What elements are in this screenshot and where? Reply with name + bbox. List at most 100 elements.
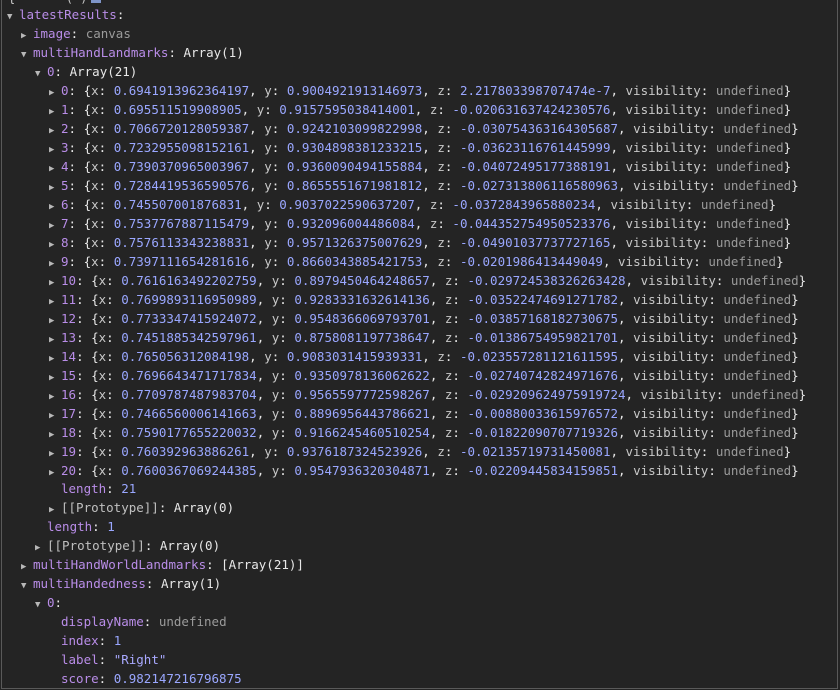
- landmark-row[interactable]: ▶ 2: {x: 0.7066720128059387, y: 0.9242103…: [49, 119, 799, 138]
- x-value: 0.7537767887115479: [113, 216, 250, 231]
- property-value: canvas: [85, 26, 131, 41]
- landmark-index: 1: [61, 102, 69, 117]
- separator: :: [98, 652, 114, 667]
- separator: :: [452, 330, 468, 345]
- separator: : {: [76, 330, 99, 345]
- y-value: 0.932096004486084: [286, 216, 415, 231]
- landmark-row[interactable]: ▶ 11: {x: 0.7699893116950989, y: 0.928333…: [49, 290, 799, 309]
- landmark-row[interactable]: ▶ 6: {x: 0.745507001876831, y: 0.90370225…: [49, 195, 776, 214]
- tree-row-latestResults[interactable]: ▼ latestResults:: [7, 5, 124, 24]
- separator: ,: [249, 159, 265, 174]
- property-key: 0: [47, 595, 55, 610]
- separator: }: [791, 425, 799, 440]
- landmark-row[interactable]: ▶ 13: {x: 0.7451885342597961, y: 0.875808…: [49, 328, 799, 347]
- tree-row-multiHandedness[interactable]: ▼ multiHandedness: Array(1): [21, 574, 221, 593]
- landmark-row[interactable]: ▶ 20: {x: 0.7600367069244385, y: 0.954793…: [49, 461, 799, 480]
- separator: ,: [249, 178, 265, 193]
- landmark-row[interactable]: ▶ 7: {x: 0.7537767887115479, y: 0.9320960…: [49, 214, 791, 233]
- separator: :: [279, 311, 295, 326]
- separator: : {: [68, 159, 92, 174]
- z-value: -0.02740742824971676: [467, 368, 618, 383]
- separator: ,: [256, 387, 272, 402]
- separator: ,: [618, 463, 634, 478]
- landmark-index: 6: [61, 197, 69, 212]
- x-value: 0.745507001876831: [113, 197, 242, 212]
- expand-triangle-icon[interactable]: ▼: [21, 46, 33, 65]
- separator: ,: [429, 387, 445, 402]
- separator: :: [106, 368, 122, 383]
- separator: :: [106, 349, 122, 364]
- landmark-row[interactable]: ▶ 15: {x: 0.7696643471717834, y: 0.935097…: [49, 366, 799, 385]
- tree-row-prototype[interactable]: ▶ [[Prototype]]: Array(0): [49, 498, 234, 517]
- separator: :: [106, 444, 122, 459]
- separator: :: [168, 45, 184, 60]
- expand-triangle-icon[interactable]: ▼: [35, 596, 47, 615]
- separator: :: [444, 121, 460, 136]
- property-value: 0.982147216796875: [113, 671, 242, 686]
- expand-triangle-icon[interactable]: ▼: [21, 577, 33, 596]
- landmark-row[interactable]: ▶ 1: {x: 0.695511519908905, y: 0.91575950…: [49, 100, 791, 119]
- tree-row-multiHandWorldLandmarks[interactable]: ▶ multiHandWorldLandmarks: [Array(21)]: [21, 555, 304, 574]
- separator: ,: [249, 349, 265, 364]
- separator: :: [106, 387, 122, 402]
- separator: ,: [256, 330, 272, 345]
- separator: :: [452, 292, 468, 307]
- visibility-key: visibility: [633, 292, 709, 307]
- visibility-value: undefined: [715, 102, 784, 117]
- x-value: 0.760392963886261: [121, 444, 250, 459]
- landmark-row[interactable]: ▶ 4: {x: 0.7390370965003967, y: 0.9360090…: [49, 157, 791, 176]
- collapse-triangle-icon[interactable]: ▶: [49, 464, 61, 483]
- visibility-key: visibility: [625, 235, 701, 250]
- separator: :: [444, 140, 460, 155]
- separator: :: [452, 425, 468, 440]
- landmark-row[interactable]: ▶ 16: {x: 0.7709787487983704, y: 0.956559…: [49, 385, 806, 404]
- landmark-row[interactable]: ▶ 14: {x: 0.765056312084198, y: 0.9083031…: [49, 347, 799, 366]
- separator: :: [444, 235, 460, 250]
- landmark-index: 20: [61, 463, 77, 478]
- tree-row-multiHandLandmarks[interactable]: ▼ multiHandLandmarks: Array(1): [21, 43, 244, 62]
- tree-row-handedness-0[interactable]: ▼ 0:: [35, 593, 62, 612]
- separator: ,: [249, 444, 265, 459]
- x-key: x: [91, 83, 99, 98]
- separator: ,: [256, 406, 272, 421]
- separator: :: [98, 159, 114, 174]
- visibility-key: visibility: [625, 216, 701, 231]
- landmark-row[interactable]: ▶ 8: {x: 0.7576113343238831, y: 0.9571326…: [49, 233, 791, 252]
- landmark-index: 14: [61, 349, 77, 364]
- expand-triangle-icon[interactable]: ▼: [7, 8, 19, 27]
- landmark-row[interactable]: ▶ 10: {x: 0.7616163492202759, y: 0.897945…: [49, 271, 806, 290]
- landmark-row[interactable]: ▶ 18: {x: 0.7590177655220032, y: 0.916624…: [49, 423, 799, 442]
- separator: ,: [422, 444, 438, 459]
- y-key: y: [264, 178, 272, 193]
- separator: :: [700, 159, 716, 174]
- landmark-row[interactable]: ▶ 12: {x: 0.7733347415924072, y: 0.954836…: [49, 309, 799, 328]
- separator: :: [98, 216, 114, 231]
- separator: : {: [68, 102, 92, 117]
- landmark-row[interactable]: ▶ 0: {x: 0.6941913962364197, y: 0.9004921…: [49, 81, 791, 100]
- separator: :: [92, 519, 108, 534]
- visibility-value: undefined: [723, 425, 792, 440]
- expand-triangle-icon[interactable]: ▼: [35, 65, 47, 84]
- landmark-index: 16: [61, 387, 77, 402]
- separator: ,: [429, 292, 445, 307]
- landmark-row[interactable]: ▶ 5: {x: 0.7284419536590576, y: 0.8655551…: [49, 176, 799, 195]
- tree-row-landmark-array[interactable]: ▼ 0: Array(21): [35, 62, 137, 81]
- tree-row-image[interactable]: ▶ image: canvas: [21, 24, 131, 43]
- separator: ,: [249, 235, 265, 250]
- landmark-row[interactable]: ▶ 9: {x: 0.7397111654281616, y: 0.8660343…: [49, 252, 784, 271]
- visibility-key: visibility: [618, 254, 694, 269]
- tree-row-prototype[interactable]: ▶ [[Prototype]]: Array(0): [35, 536, 220, 555]
- x-value: 0.7699893116950989: [121, 292, 257, 307]
- landmark-row[interactable]: ▶ 3: {x: 0.7232955098152161, y: 0.9304898…: [49, 138, 791, 157]
- z-value: -0.02209445834159851: [467, 463, 618, 478]
- y-key: y: [264, 83, 272, 98]
- x-value: 0.6941913962364197: [113, 83, 250, 98]
- visibility-key: visibility: [625, 140, 701, 155]
- separator: }: [791, 349, 799, 364]
- y-key: y: [264, 140, 272, 155]
- separator: :: [54, 64, 70, 79]
- separator: ,: [610, 444, 626, 459]
- landmark-row[interactable]: ▶ 17: {x: 0.7466560006141663, y: 0.889695…: [49, 404, 799, 423]
- landmark-row[interactable]: ▶ 19: {x: 0.760392963886261, y: 0.9376187…: [49, 442, 791, 461]
- landmark-index: 0: [61, 83, 69, 98]
